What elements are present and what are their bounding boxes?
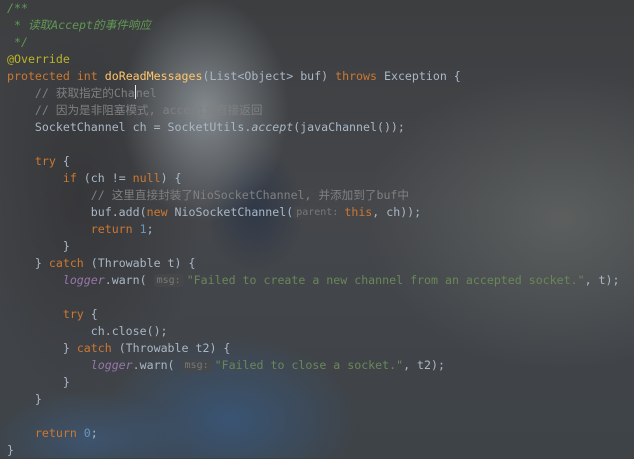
- string-literal: "Failed to create a new channel from an …: [186, 273, 585, 287]
- field-reference: logger: [90, 358, 133, 372]
- code-line-6: // 获取指定的Chanel: [7, 85, 157, 102]
- keyword: try: [7, 307, 84, 321]
- comment: nel: [135, 86, 157, 100]
- keyword: this: [344, 205, 373, 219]
- code-line-8: SocketChannel ch = SocketUtils.accept(ja…: [7, 119, 405, 136]
- code-line-26: return 0;: [7, 425, 98, 442]
- code-text: }: [7, 375, 70, 389]
- method-name: doReadMessages: [104, 69, 203, 83]
- code-text: buf.add(: [7, 205, 147, 219]
- code-line-4: @Override: [7, 51, 70, 68]
- code-text: , t2);: [403, 358, 445, 372]
- annotation: @Override: [7, 52, 70, 66]
- keyword: catch: [48, 256, 84, 270]
- code-text: SocketChannel ch = SocketUtils.: [7, 120, 252, 134]
- code-line-10: try {: [7, 153, 70, 170]
- code-text: Exception {: [377, 69, 461, 83]
- code-line-16: } catch (Throwable t) {: [7, 255, 196, 272]
- keyword: new: [146, 205, 168, 219]
- comment: // 获取指定的Cha: [7, 86, 135, 100]
- keyword: return: [7, 426, 77, 440]
- code-text: NioSocketChannel(: [167, 205, 294, 219]
- code-text: {: [83, 307, 98, 321]
- parameter-hint: parent:: [293, 206, 342, 219]
- code-text: }: [7, 341, 77, 355]
- code-line-13: buf.add(new NioSocketChannel(parent: this…: [7, 204, 421, 221]
- code-text: (javaChannel());: [293, 120, 405, 134]
- code-line-17: logger.warn( msg: "Failed to create a new…: [7, 272, 619, 289]
- keyword: catch: [76, 341, 112, 355]
- parameter-hint: msg:: [181, 359, 212, 372]
- code-line-5: protected int doReadMessages(List<Object…: [7, 68, 461, 85]
- code-text: (Throwable t) {: [83, 256, 196, 270]
- code-text: (ch !=: [76, 171, 133, 185]
- code-text: ch.close();: [7, 324, 168, 338]
- code-text: (List<Object> buf): [202, 69, 336, 83]
- string-literal: "Failed to close a socket.": [214, 358, 404, 372]
- code-text: ) {: [160, 171, 182, 185]
- code-line-20: ch.close();: [7, 323, 168, 340]
- keyword: null: [132, 171, 161, 185]
- static-method-call: accept: [251, 120, 294, 134]
- code-text: {: [55, 154, 70, 168]
- keyword: throws: [335, 69, 377, 83]
- code-line-1: /**: [7, 0, 28, 17]
- keyword: int: [76, 69, 98, 83]
- code-line-7: // 因为是非阻塞模式, accept会直接返回: [7, 102, 263, 119]
- code-line-15: }: [7, 238, 70, 255]
- code-text: .warn(: [132, 358, 175, 372]
- code-line-19: try {: [7, 306, 98, 323]
- comment: // 因为是非阻塞模式, accept会直接返回: [7, 103, 263, 117]
- code-text: ;: [90, 426, 98, 440]
- code-text: , t);: [584, 273, 620, 287]
- number-literal: 1: [139, 222, 147, 236]
- code-line-22: logger.warn( msg: "Failed to close a sock…: [7, 357, 445, 374]
- code-line-12: // 这里直接封装了NioSocketChannel, 并添加到了buf中: [7, 187, 409, 204]
- code-text: .warn(: [104, 273, 147, 287]
- doc-comment: /**: [7, 1, 28, 15]
- code-line-24: }: [7, 391, 42, 408]
- code-line-21: } catch (Throwable t2) {: [7, 340, 231, 357]
- keyword: if: [62, 171, 77, 185]
- doc-comment: */: [7, 35, 28, 49]
- code-text: }: [7, 443, 14, 457]
- code-line-14: return 1;: [7, 221, 154, 238]
- code-line-3: */: [7, 34, 28, 51]
- code-line-27: }: [7, 442, 14, 459]
- code-text: , ch));: [372, 205, 422, 219]
- code-line-23: }: [7, 374, 70, 391]
- code-text: ;: [146, 222, 154, 236]
- code-editor[interactable]: /** * 读取Accept的事件响应 */ @Override protect…: [0, 0, 634, 458]
- code-line-11: if (ch != null) {: [7, 170, 182, 187]
- doc-comment: * 读取Accept的事件响应: [7, 18, 151, 32]
- keyword: protected: [7, 69, 70, 83]
- code-line-2: * 读取Accept的事件响应: [7, 17, 151, 34]
- field-reference: logger: [62, 273, 105, 287]
- parameter-hint: msg:: [153, 274, 184, 287]
- code-text: (Throwable t2) {: [111, 341, 231, 355]
- keyword: try: [7, 154, 56, 168]
- code-text: }: [7, 392, 42, 406]
- code-text: }: [7, 239, 70, 253]
- comment: // 这里直接封装了NioSocketChannel, 并添加到了buf中: [7, 188, 410, 202]
- number-literal: 0: [83, 426, 91, 440]
- code-text: }: [7, 256, 49, 270]
- keyword: return: [7, 222, 133, 236]
